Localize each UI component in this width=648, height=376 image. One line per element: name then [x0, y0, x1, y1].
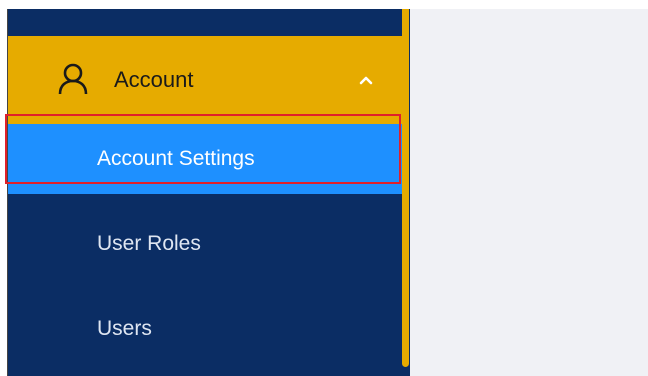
sidebar-scrollbar-thumb[interactable] [402, 9, 409, 367]
content-gap [410, 9, 419, 376]
chevron-up-icon[interactable] [358, 72, 374, 88]
main-content [419, 9, 648, 376]
sidebar-item-account-settings[interactable]: Account Settings [8, 124, 410, 194]
sidebar: Account Account Settings User Roles User… [8, 9, 410, 376]
sidebar-item-user-roles[interactable]: User Roles [8, 209, 410, 279]
account-menu-toggle[interactable]: Account [8, 36, 410, 124]
top-strip [0, 0, 648, 9]
user-icon [58, 63, 88, 95]
sidebar-item-label: Account Settings [97, 147, 255, 170]
account-menu-label: Account [114, 67, 194, 92]
left-border [0, 9, 8, 376]
sidebar-item-users[interactable]: Users [8, 294, 410, 364]
sidebar-item-label: User Roles [97, 232, 201, 255]
sidebar-item-label: Users [97, 317, 152, 340]
sidebar-top-bar [8, 9, 410, 36]
